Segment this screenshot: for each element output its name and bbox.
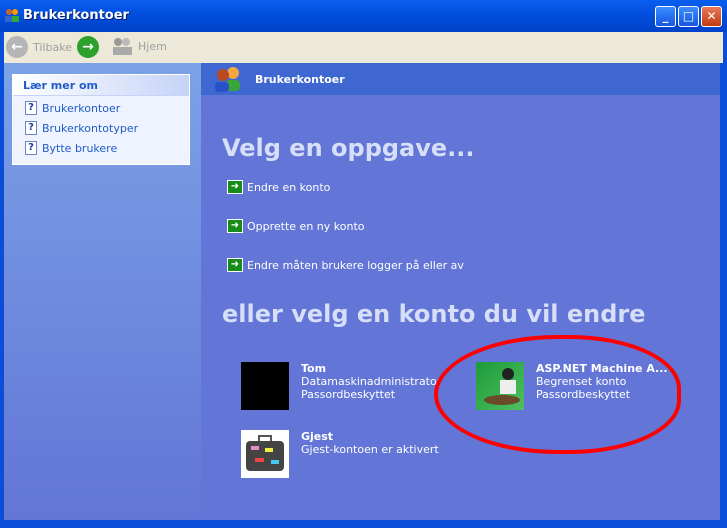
maximize-button[interactable]: □: [678, 6, 699, 27]
forward-button[interactable]: →: [77, 36, 99, 58]
pick-account-heading: eller velg en konto du vil endre: [222, 300, 646, 328]
home-label: Hjem: [138, 39, 167, 53]
task-change-logon[interactable]: ➜ Endre måten brukere logger på eller av: [227, 258, 464, 272]
pick-task-heading: Velg en oppgave...: [222, 134, 475, 162]
account-type: Datamaskinadministrator: [301, 375, 442, 388]
title-bar: Brukerkontoer _ □ ✕: [0, 0, 727, 32]
help-icon: ?: [25, 101, 37, 115]
users-home-icon: [113, 38, 132, 55]
avatar-suitcase: [241, 430, 289, 478]
back-label: Tilbake: [33, 40, 72, 54]
arrow-icon: ➜: [227, 219, 243, 233]
users-icon: [215, 67, 240, 92]
task-change-account[interactable]: ➜ Endre en konto: [227, 180, 330, 194]
account-name: Tom: [301, 362, 327, 375]
main-pane: Brukerkontoer Velg en oppgave... ➜ Endre …: [201, 63, 720, 520]
help-icon: ?: [25, 121, 37, 135]
avatar: [241, 362, 289, 410]
account-tom[interactable]: Tom Datamaskinadministrator Passordbeskytt…: [241, 362, 441, 410]
account-guest[interactable]: Gjest Gjest-kontoen er aktivert: [241, 430, 439, 478]
link-label: Bytte brukere: [42, 141, 118, 155]
account-status: Passordbeskyttet: [301, 388, 396, 401]
minimize-button[interactable]: _: [655, 6, 676, 27]
learn-more-panel: Lær mer om ? Brukerkontoer ? Brukerkontoty…: [12, 74, 190, 165]
sidebar-link-bytte-brukere[interactable]: ? Bytte brukere: [25, 140, 189, 156]
back-arrow-icon: ←: [6, 36, 28, 58]
toolbar: ← Tilbake → Hjem: [4, 32, 723, 63]
link-label: Brukerkontoer: [42, 101, 121, 115]
sidebar-link-brukerkontoer[interactable]: ? Brukerkontoer: [25, 100, 189, 116]
forward-arrow-icon: →: [77, 36, 99, 58]
window-title: Brukerkontoer: [23, 8, 129, 23]
task-label: Endre en konto: [247, 180, 331, 194]
home-button[interactable]: Hjem: [111, 36, 167, 56]
back-button[interactable]: ← Tilbake: [6, 36, 72, 58]
help-icon: ?: [25, 141, 37, 155]
red-highlight-circle: [434, 335, 681, 454]
header-title: Brukerkontoer: [255, 72, 345, 86]
sidebar-link-brukerkontotyper[interactable]: ? Brukerkontotyper: [25, 120, 189, 136]
learn-more-heading: Lær mer om: [13, 75, 189, 96]
arrow-icon: ➜: [227, 180, 243, 194]
account-status: Gjest-kontoen er aktivert: [301, 443, 439, 456]
arrow-icon: ➜: [227, 258, 243, 272]
window-border: [720, 63, 727, 528]
users-icon: [5, 9, 19, 22]
task-create-account[interactable]: ➜ Opprette en ny konto: [227, 219, 365, 233]
sidebar: Lær mer om ? Brukerkontoer ? Brukerkontoty…: [4, 63, 201, 520]
link-label: Brukerkontotyper: [42, 121, 139, 135]
main-header: Brukerkontoer: [201, 63, 720, 95]
close-button[interactable]: ✕: [701, 6, 722, 27]
account-name: Gjest: [301, 430, 334, 443]
task-label: Opprette en ny konto: [247, 219, 365, 233]
task-label: Endre måten brukere logger på eller av: [247, 258, 464, 272]
